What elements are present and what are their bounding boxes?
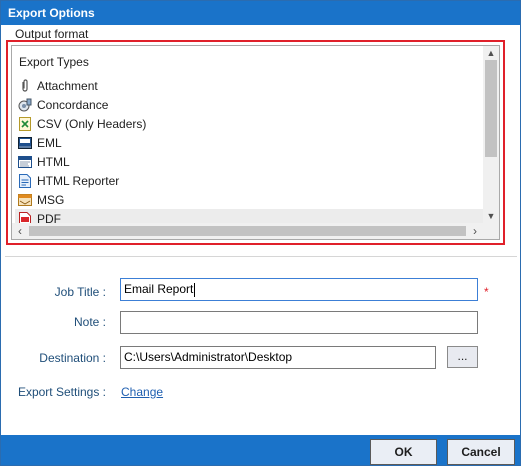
- job-title-label: Job Title :: [54, 285, 106, 299]
- csv-icon: [18, 116, 32, 131]
- scroll-up-arrow-icon[interactable]: ▲: [483, 46, 499, 60]
- export-type-label: EML: [37, 135, 62, 150]
- export-types-vertical-scrollbar[interactable]: ▲ ▼: [483, 46, 499, 223]
- html-reporter-icon: [18, 173, 32, 188]
- export-type-label: HTML: [37, 154, 70, 169]
- scroll-right-arrow-icon[interactable]: ›: [467, 223, 483, 239]
- output-format-highlight-frame: Export Types Attachment Concordance CSV …: [6, 40, 505, 245]
- export-type-label: Attachment: [37, 78, 98, 93]
- export-types-list[interactable]: Export Types Attachment Concordance CSV …: [11, 45, 500, 240]
- export-options-dialog: Export Options Output format Export Type…: [0, 0, 521, 466]
- paperclip-icon: [18, 78, 32, 93]
- export-type-label: MSG: [37, 192, 65, 207]
- destination-input[interactable]: C:\Users\Administrator\Desktop: [120, 346, 436, 369]
- browse-button[interactable]: ...: [447, 346, 478, 368]
- dialog-title: Export Options: [1, 1, 520, 25]
- text-caret: [194, 282, 196, 297]
- export-types-horizontal-scrollbar[interactable]: ‹ ›: [12, 223, 499, 239]
- export-type-label: HTML Reporter: [37, 173, 120, 188]
- note-label: Note :: [73, 315, 106, 329]
- export-type-concordance[interactable]: Concordance: [15, 95, 483, 114]
- export-type-msg[interactable]: MSG: [15, 190, 483, 209]
- change-settings-link[interactable]: Change: [121, 385, 163, 399]
- destination-label: Destination :: [39, 351, 106, 365]
- scroll-left-arrow-icon[interactable]: ‹: [12, 223, 28, 239]
- export-type-label: CSV (Only Headers): [37, 116, 147, 131]
- export-settings-label: Export Settings :: [17, 385, 106, 399]
- export-type-html-reporter[interactable]: HTML Reporter: [15, 171, 483, 190]
- concordance-icon: [18, 98, 32, 112]
- scrollbar-corner: [483, 223, 499, 239]
- job-title-value: Email Report: [124, 282, 194, 296]
- export-type-csv[interactable]: CSV (Only Headers): [15, 114, 483, 133]
- ok-button[interactable]: OK: [370, 439, 437, 465]
- required-marker: *: [484, 285, 489, 299]
- export-types-header: Export Types: [19, 55, 89, 69]
- output-format-label: Output format: [15, 27, 89, 41]
- vertical-scroll-thumb[interactable]: [485, 60, 497, 157]
- section-divider: [5, 256, 517, 257]
- export-type-attachment[interactable]: Attachment: [15, 76, 483, 95]
- export-type-eml[interactable]: EML: [15, 133, 483, 152]
- job-title-input[interactable]: Email Report: [120, 278, 478, 301]
- dialog-footer: OK Cancel: [1, 435, 520, 465]
- export-type-label: Concordance: [37, 97, 109, 112]
- export-type-html[interactable]: HTML: [15, 152, 483, 171]
- scroll-down-arrow-icon[interactable]: ▼: [483, 209, 499, 223]
- cancel-button[interactable]: Cancel: [447, 439, 515, 465]
- horizontal-scroll-thumb[interactable]: [29, 226, 466, 236]
- msg-icon: [18, 193, 32, 207]
- eml-icon: [18, 136, 32, 150]
- html-icon: [18, 155, 32, 169]
- note-input[interactable]: [120, 311, 478, 334]
